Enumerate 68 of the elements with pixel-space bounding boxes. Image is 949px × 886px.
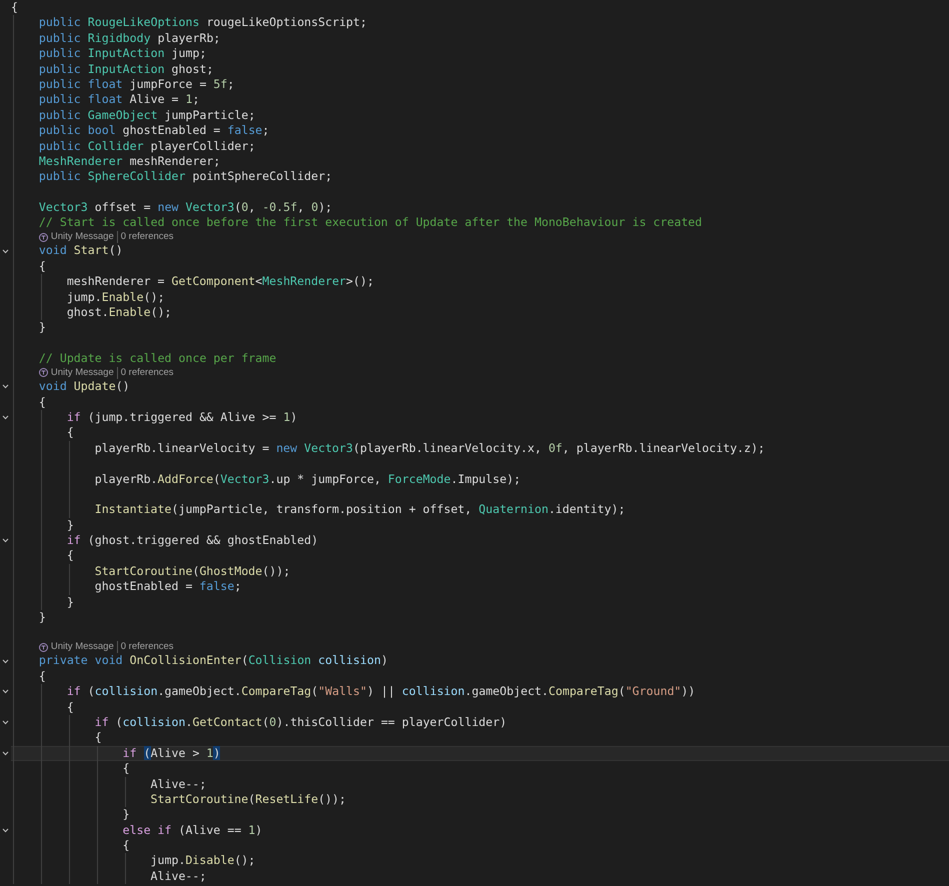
- code-line: void Start(): [38, 243, 123, 259]
- code-line: {: [66, 700, 74, 715]
- code-line: void Update(): [38, 379, 130, 395]
- code-line: Alive--;: [150, 868, 206, 884]
- code-line: public GameObject jumpParticle;: [38, 108, 256, 124]
- code-line: playerRb.AddForce(Vector3.up * jumpForce, ForceMode.Impulse);: [94, 472, 521, 487]
- code-line: public InputAction jump;: [38, 46, 206, 62]
- fold-chevron-icon[interactable]: [2, 384, 9, 390]
- code-line: MeshRenderer meshRenderer;: [38, 154, 220, 170]
- code-line: else if (Alive == 1): [122, 822, 262, 838]
- code-line: {: [38, 258, 46, 274]
- code-line: public InputAction ghost;: [38, 62, 214, 77]
- code-line: StartCoroutine(GhostMode());: [94, 564, 290, 580]
- fold-chevron-icon[interactable]: [2, 689, 9, 694]
- codelens-link[interactable]: 0 references: [120, 231, 174, 244]
- code-line: // Start is called once before the first execution of Update after the MonoBehaviour is created: [38, 215, 702, 231]
- message-icon: [38, 642, 48, 652]
- fold-chevron-icon[interactable]: [2, 415, 9, 420]
- code-line: {: [66, 548, 74, 564]
- codelens-link[interactable]: 0 references: [120, 366, 174, 379]
- fold-chevron-icon[interactable]: [2, 538, 9, 544]
- code-line: jump.Disable();: [150, 853, 256, 869]
- code-line: }: [66, 594, 74, 610]
- code-line: private void OnCollisionEnter(Collision collision): [38, 653, 388, 669]
- codelens-link[interactable]: 0 references: [120, 641, 174, 654]
- code-line: }: [38, 610, 46, 626]
- code-line: jump.Enable();: [66, 290, 165, 306]
- code-line: public RougeLikeOptions rougeLikeOptionsScript;: [38, 15, 367, 31]
- code-line: Vector3 offset = new Vector3(0, -0.5f, 0);: [38, 200, 332, 216]
- code-line: public float Alive = 1;: [38, 92, 200, 108]
- code-line: public bool ghostEnabled = false;: [38, 123, 270, 139]
- code-line: {: [38, 394, 46, 410]
- code-line: if (jump.triggered && Alive >= 1): [66, 410, 298, 426]
- code-line: if (Alive > 1): [122, 746, 220, 762]
- code-line: StartCoroutine(ResetLife());: [150, 792, 346, 808]
- code-line: ghost.Enable();: [66, 305, 172, 320]
- code-line: {: [38, 668, 46, 684]
- code-line: {: [66, 425, 74, 441]
- code-line: ghostEnabled = false;: [94, 579, 242, 595]
- code-line: public Collider playerCollider;: [38, 138, 256, 154]
- code-line: playerRb.linearVelocity = new Vector3(playerRb.linearVelocity.x, 0f, playerRb.linearVelocity.z);: [94, 440, 765, 456]
- code-line: {: [122, 761, 130, 777]
- code-line: Alive--;: [150, 776, 206, 792]
- code-line: {: [11, 0, 18, 16]
- fold-chevron-icon[interactable]: [2, 750, 9, 756]
- code-line: {: [94, 730, 102, 746]
- code-line: public SphereCollider pointSphereCollider;: [38, 169, 332, 185]
- code-line: if (ghost.triggered && ghostEnabled): [66, 533, 318, 548]
- fold-chevron-icon[interactable]: [2, 658, 9, 664]
- code-line: Instantiate(jumpParticle, transform.position + offset, Quaternion.identity);: [94, 502, 626, 518]
- code-line: public float jumpForce = 5f;: [38, 76, 234, 92]
- codelens-link[interactable]: Unity Message: [50, 641, 118, 654]
- codelens-link[interactable]: Unity Message: [50, 231, 118, 244]
- fold-chevron-icon[interactable]: [2, 248, 9, 254]
- fold-chevron-icon[interactable]: [2, 828, 9, 833]
- code-line: }: [66, 518, 74, 534]
- code-line: if (collision.GetContact(0).thisCollider == playerCollider): [94, 714, 507, 730]
- message-icon: [38, 232, 48, 242]
- fold-chevron-icon[interactable]: [2, 720, 9, 726]
- code-line: {: [122, 838, 130, 854]
- code-line: if (collision.gameObject.CompareTag("Walls") || collision.gameObject.CompareTag("Ground")): [66, 684, 696, 700]
- code-line: // Update is called once per frame: [38, 351, 276, 367]
- codelens-link[interactable]: Unity Message: [50, 366, 118, 379]
- code-line: meshRenderer = GetComponent<MeshRenderer>();: [66, 274, 374, 290]
- code-line: public Rigidbody playerRb;: [38, 30, 220, 46]
- code-line: }: [38, 320, 46, 336]
- code-line: }: [122, 807, 130, 823]
- message-icon: [38, 368, 48, 378]
